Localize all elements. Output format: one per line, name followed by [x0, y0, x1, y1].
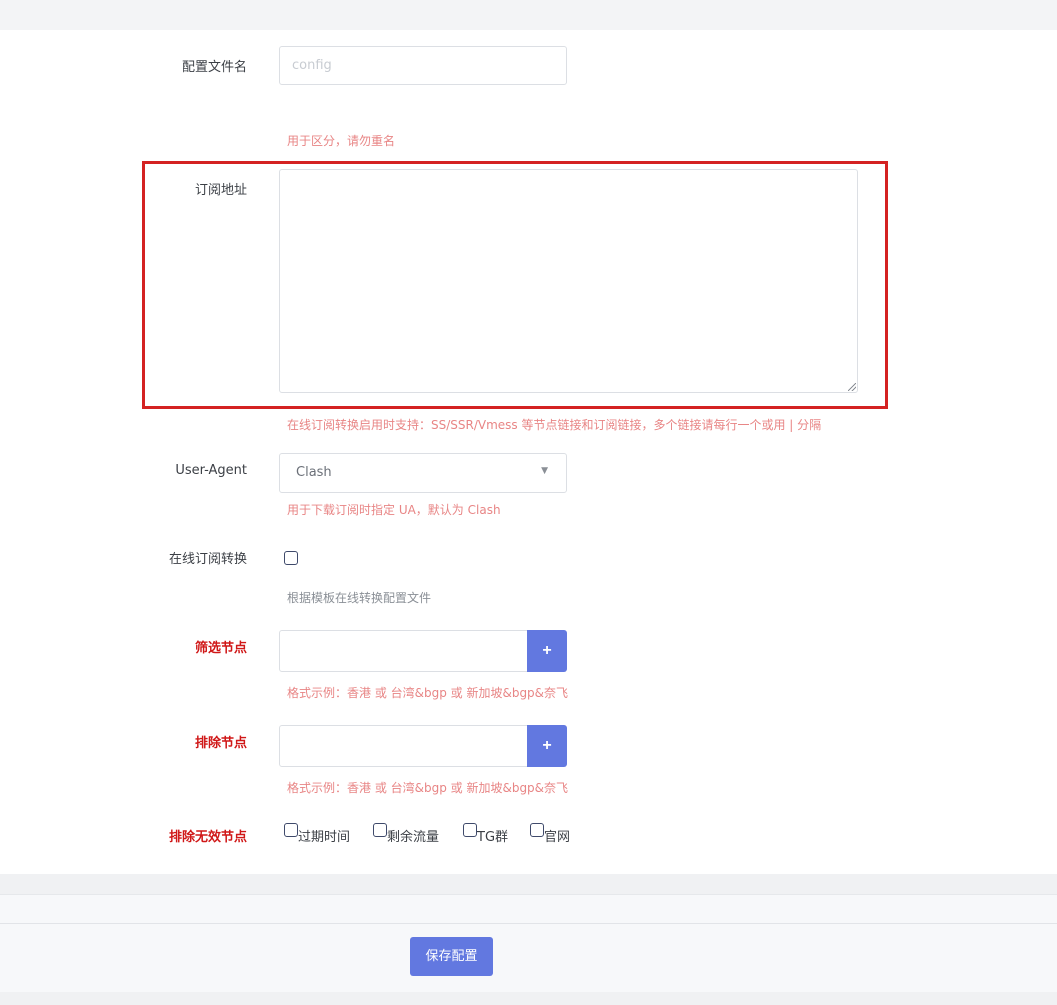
- subscription-url-textarea[interactable]: [279, 169, 858, 393]
- user-agent-select[interactable]: Clash ▼: [279, 453, 567, 493]
- user-agent-label: User-Agent: [175, 463, 247, 478]
- section-gap: [0, 874, 1057, 894]
- exclude-nodes-label: 排除节点: [194, 736, 247, 751]
- exclude-nodes-add-button[interactable]: +: [527, 725, 567, 767]
- user-agent-selected-value: Clash: [296, 465, 332, 480]
- config-name-help: 用于区分，请勿重名: [287, 134, 396, 148]
- exclude-invalid-label: 排除无效节点: [168, 830, 247, 845]
- subscription-url-help: 在线订阅转换启用时支持：SS/SSR/Vmess 等节点链接和订阅链接，多个链接…: [287, 418, 822, 432]
- option-website-checkbox[interactable]: [530, 823, 544, 837]
- save-config-button[interactable]: 保存配置: [410, 937, 493, 976]
- user-agent-help: 用于下载订阅时指定 UA，默认为 Clash: [287, 503, 501, 517]
- config-name-label: 配置文件名: [181, 60, 247, 75]
- config-name-input[interactable]: [279, 46, 567, 85]
- online-convert-checkbox[interactable]: [284, 551, 298, 565]
- filter-nodes-add-button[interactable]: +: [527, 630, 567, 672]
- option-traffic-label: 剩余流量: [387, 830, 440, 845]
- option-website-label: 官网: [544, 830, 571, 845]
- online-convert-help: 根据模板在线转换配置文件: [287, 591, 432, 605]
- exclude-nodes-input[interactable]: [279, 725, 529, 767]
- caret-down-icon: ▼: [541, 466, 548, 476]
- footer-divider: [0, 923, 1057, 924]
- option-expire-label: 过期时间: [298, 830, 351, 845]
- option-traffic-checkbox[interactable]: [373, 823, 387, 837]
- resize-handle-icon[interactable]: [848, 383, 856, 391]
- option-expire-checkbox[interactable]: [284, 823, 298, 837]
- subscription-url-label: 订阅地址: [194, 183, 247, 198]
- filter-nodes-label: 筛选节点: [194, 641, 247, 656]
- option-tg-label: TG群: [477, 830, 509, 845]
- top-bar: [0, 0, 1057, 30]
- footer-bar: [0, 894, 1057, 992]
- filter-nodes-help: 格式示例：香港 或 台湾&bgp 或 新加坡&bgp&奈飞: [287, 686, 569, 700]
- exclude-nodes-help: 格式示例：香港 或 台湾&bgp 或 新加坡&bgp&奈飞: [287, 781, 569, 795]
- online-convert-label: 在线订阅转换: [168, 552, 247, 567]
- bottom-strip: [0, 992, 1057, 1005]
- filter-nodes-input[interactable]: [279, 630, 529, 672]
- option-tg-checkbox[interactable]: [463, 823, 477, 837]
